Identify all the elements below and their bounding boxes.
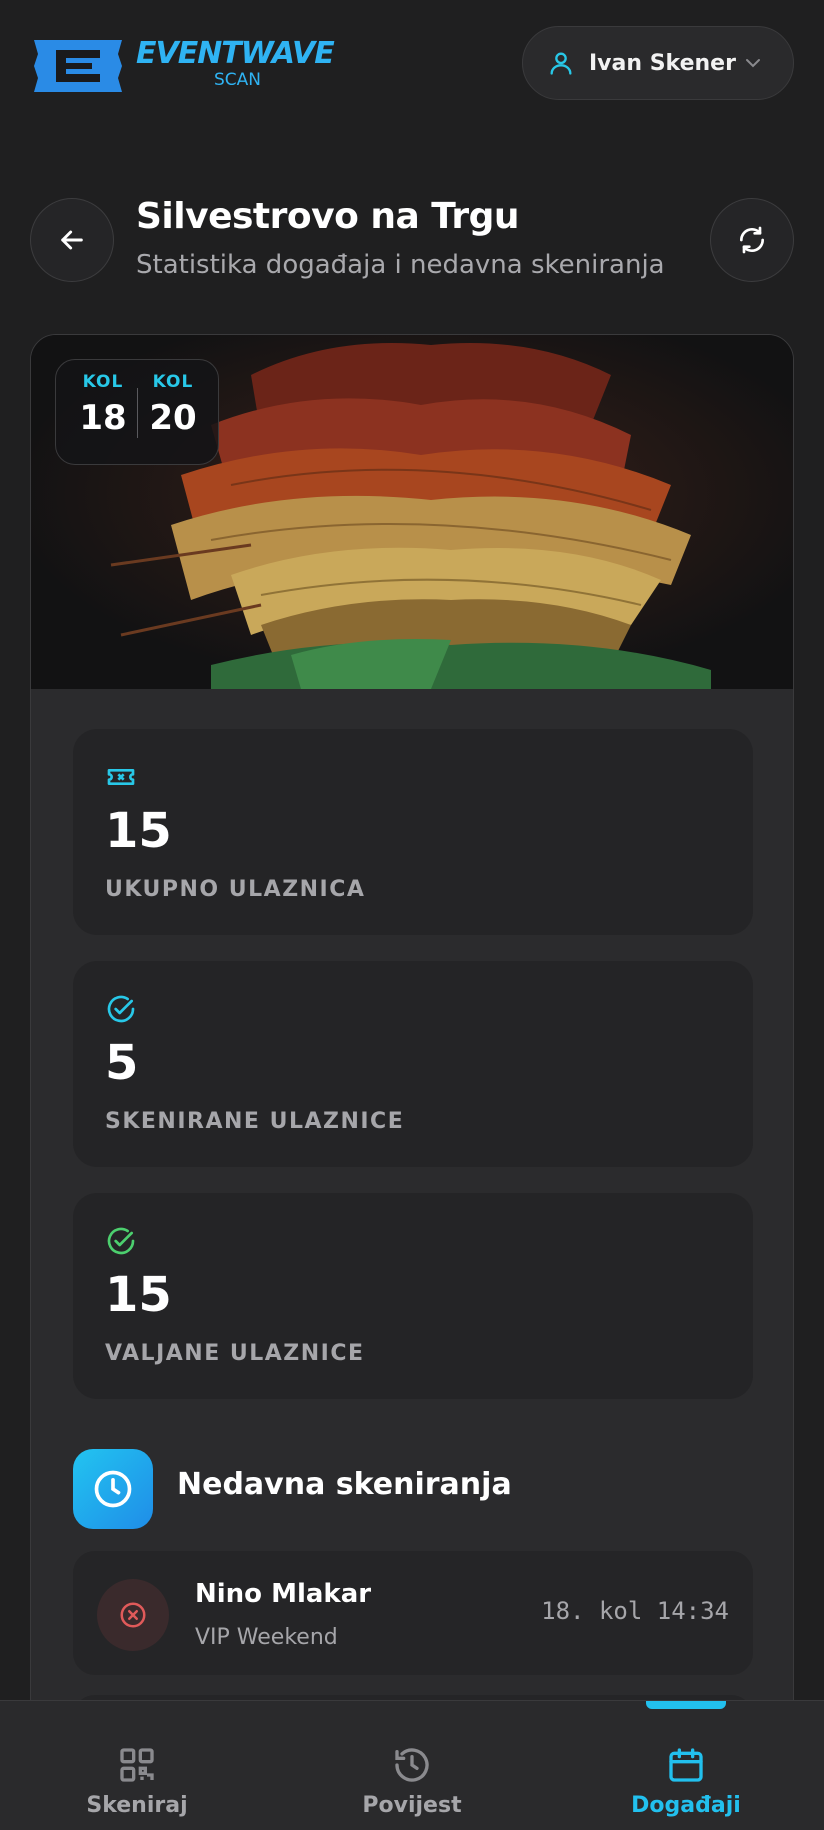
stat-total-tickets: 15 UKUPNO ULAZNICA	[73, 729, 753, 935]
date-end-day: 20	[149, 398, 197, 438]
user-menu-button[interactable]: Ivan Skener	[522, 26, 794, 100]
nav-tab-scan[interactable]: Skeniraj	[0, 1701, 274, 1830]
date-start-month: KOL	[82, 372, 124, 392]
stat-scanned-tickets: 5 SKENIRANE ULAZNICE	[73, 961, 753, 1167]
chevron-down-icon	[746, 59, 760, 68]
stat-value: 5	[105, 1035, 139, 1091]
qr-code-icon	[120, 1748, 154, 1782]
stat-valid-tickets: 15 VALJANE ULAZNICE	[73, 1193, 753, 1399]
stat-value: 15	[105, 803, 172, 859]
date-end: KOL 20	[138, 372, 208, 438]
scan-ticket-type: VIP Weekend	[195, 1625, 338, 1650]
check-circle-icon	[107, 995, 135, 1023]
clock-icon	[73, 1449, 153, 1529]
active-tab-indicator	[646, 1701, 726, 1709]
stat-label: UKUPNO ULAZNICA	[105, 877, 366, 902]
date-end-month: KOL	[152, 372, 194, 392]
event-date-badge: KOL 18 KOL 20	[55, 359, 219, 465]
back-button[interactable]	[30, 198, 114, 282]
refresh-button[interactable]	[710, 198, 794, 282]
top-bar: EVENTWAVE SCAN Ivan Skener	[0, 0, 824, 130]
nav-label: Događaji	[631, 1793, 741, 1818]
bottom-nav: Skeniraj Povijest Događaji	[0, 1700, 824, 1830]
logo-title: EVENTWAVE	[136, 36, 335, 71]
user-icon	[547, 49, 575, 77]
nav-tab-events[interactable]: Događaji	[549, 1701, 823, 1830]
arrow-left-icon	[61, 230, 83, 250]
app-logo[interactable]: EVENTWAVE SCAN	[30, 36, 350, 96]
date-start: KOL 18	[68, 372, 138, 438]
refresh-icon	[740, 226, 764, 254]
nav-label: Skeniraj	[86, 1793, 188, 1818]
stat-value: 15	[105, 1267, 172, 1323]
event-card: KOL 18 KOL 20 15 UKUPNO ULAZNICA 5 SKENI…	[30, 334, 794, 1830]
date-start-day: 18	[79, 398, 127, 438]
page-title: Silvestrovo na Trgu	[136, 196, 520, 237]
user-name: Ivan Skener	[589, 50, 736, 76]
nav-label: Povijest	[362, 1793, 462, 1818]
list-item[interactable]: Nino Mlakar VIP Weekend 18. kol 14:34	[73, 1551, 753, 1675]
scan-timestamp: 18. kol 14:34	[541, 1597, 729, 1625]
scan-attendee-name: Nino Mlakar	[195, 1579, 372, 1609]
check-circle-icon	[107, 1227, 135, 1255]
ticket-icon	[107, 769, 135, 785]
recent-scans-header: Nedavna skeniranja	[73, 1449, 753, 1529]
logo-subtitle: SCAN	[214, 70, 262, 90]
recent-scans-title: Nedavna skeniranja	[177, 1467, 512, 1502]
stat-label: SKENIRANE ULAZNICE	[105, 1109, 405, 1134]
stat-label: VALJANE ULAZNICE	[105, 1341, 365, 1366]
event-cover-image: KOL 18 KOL 20	[31, 335, 793, 689]
page-subtitle: Statistika događaja i nedavna skeniranja	[136, 250, 665, 280]
logo-ticket-icon	[34, 40, 122, 92]
nav-tab-history[interactable]: Povijest	[275, 1701, 549, 1830]
history-icon	[395, 1748, 429, 1782]
x-circle-icon	[97, 1579, 169, 1651]
calendar-icon	[669, 1748, 703, 1782]
